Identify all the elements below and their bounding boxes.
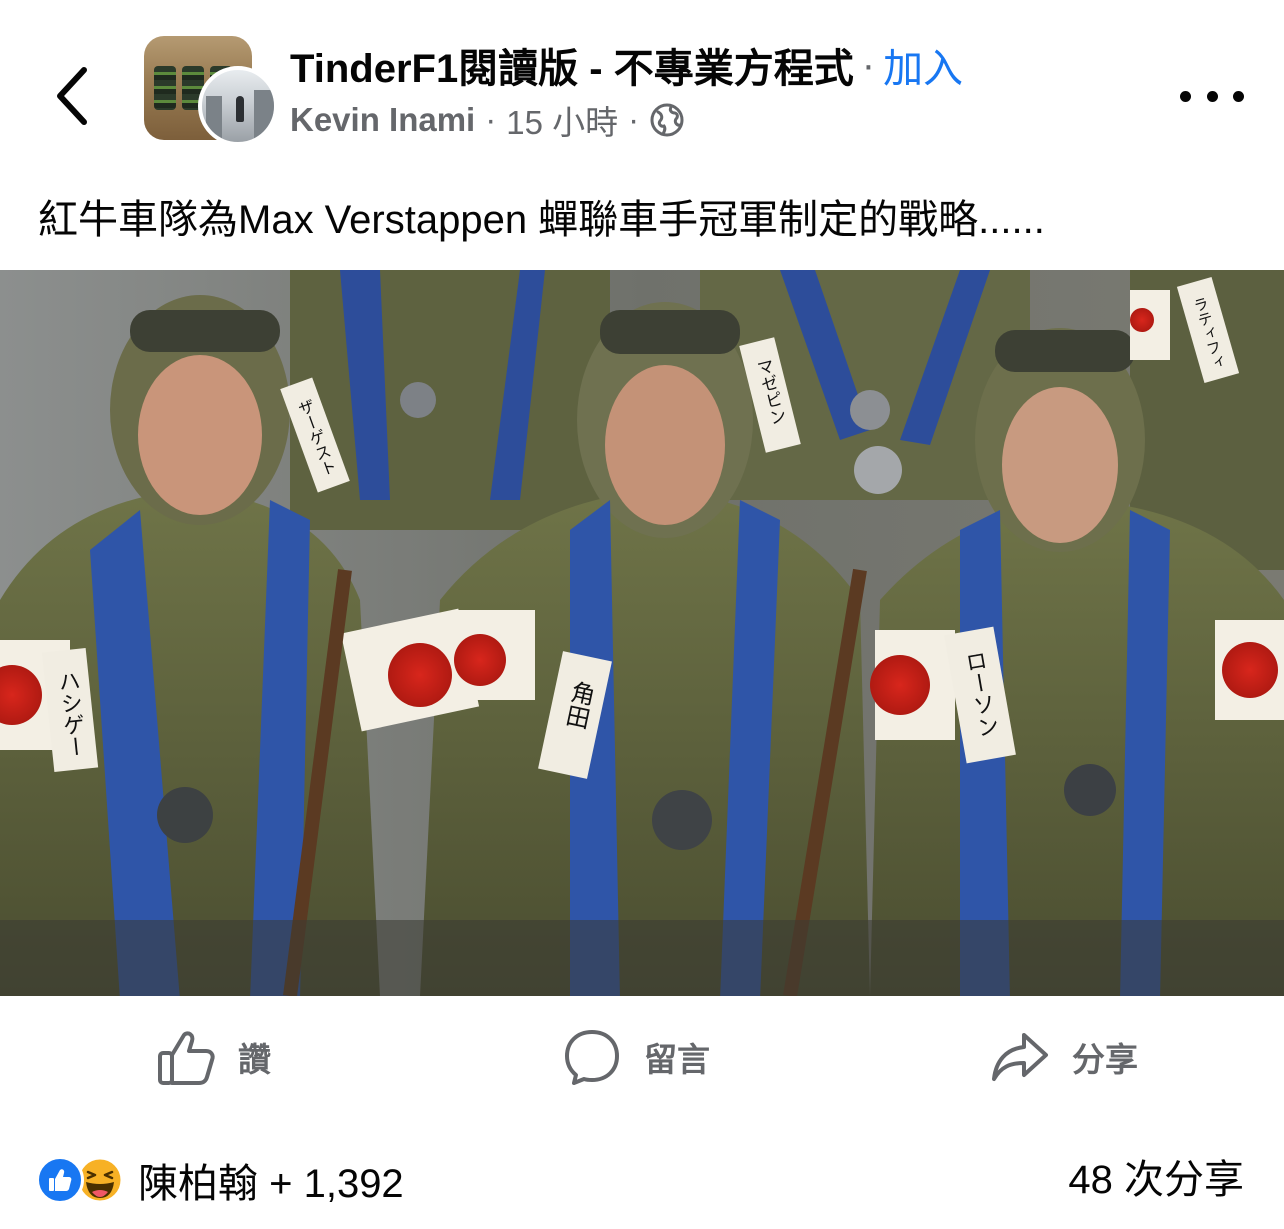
meta-separator: ·	[485, 101, 497, 138]
share-label: 分享	[1072, 1041, 1138, 1078]
more-options-button[interactable]	[1180, 78, 1244, 114]
author-name-link[interactable]: Kevin Inami	[290, 101, 475, 139]
more-dot-icon	[1233, 90, 1244, 102]
post-actions-bar: 讚 留言 分享	[0, 1000, 1284, 1120]
post-title-line: TinderF1閱讀版 - 不專業方程式 · 加入	[290, 40, 963, 92]
back-button[interactable]	[40, 58, 104, 134]
author-avatar[interactable]	[198, 66, 278, 146]
post-meta: Kevin Inami · 15 小時 ·	[290, 98, 685, 142]
more-dot-icon	[1206, 90, 1218, 102]
join-group-button[interactable]: 加入	[883, 36, 963, 94]
chevron-left-icon	[57, 67, 87, 125]
like-button[interactable]: 讚	[156, 1024, 271, 1090]
thumbs-up-icon	[158, 1031, 215, 1085]
share-arrow-icon	[992, 1033, 1048, 1081]
pilots-photo-illustration: ハシゲー 角田 ローソン マゼピン ザーゲスト ラティフィ	[0, 270, 1284, 996]
shares-count[interactable]: 48 次分享	[1068, 1156, 1244, 1204]
more-dot-icon	[1180, 90, 1191, 102]
reactions-summary[interactable]: 陳柏翰 + 1,392	[36, 1156, 404, 1206]
like-reaction-icon	[36, 1156, 84, 1204]
reactions-count: 陳柏翰 + 1,392	[138, 1162, 404, 1206]
post-caption: 紅牛車隊為Max Verstappen 蟬聯車手冠軍制定的戰略......	[38, 198, 1045, 242]
post-header: TinderF1閱讀版 - 不專業方程式 · 加入 Kevin Inami · …	[0, 0, 1284, 170]
meta-separator: ·	[628, 101, 640, 138]
group-name-link[interactable]: TinderF1閱讀版 - 不專業方程式	[290, 36, 854, 94]
comment-button[interactable]: 留言	[562, 1024, 710, 1090]
title-separator: ·	[861, 42, 876, 87]
like-label: 讚	[238, 1041, 271, 1078]
post-footer: 陳柏翰 + 1,392 48 次分享	[0, 1130, 1284, 1229]
comment-bubble-icon	[565, 1030, 619, 1085]
comment-label: 留言	[644, 1041, 710, 1078]
post-timestamp[interactable]: 15 小時	[506, 96, 618, 144]
globe-icon	[649, 102, 685, 138]
post-photo[interactable]: ハシゲー 角田 ローソン マゼピン ザーゲスト ラティフィ	[0, 270, 1284, 996]
share-button[interactable]: 分享	[990, 1024, 1138, 1090]
